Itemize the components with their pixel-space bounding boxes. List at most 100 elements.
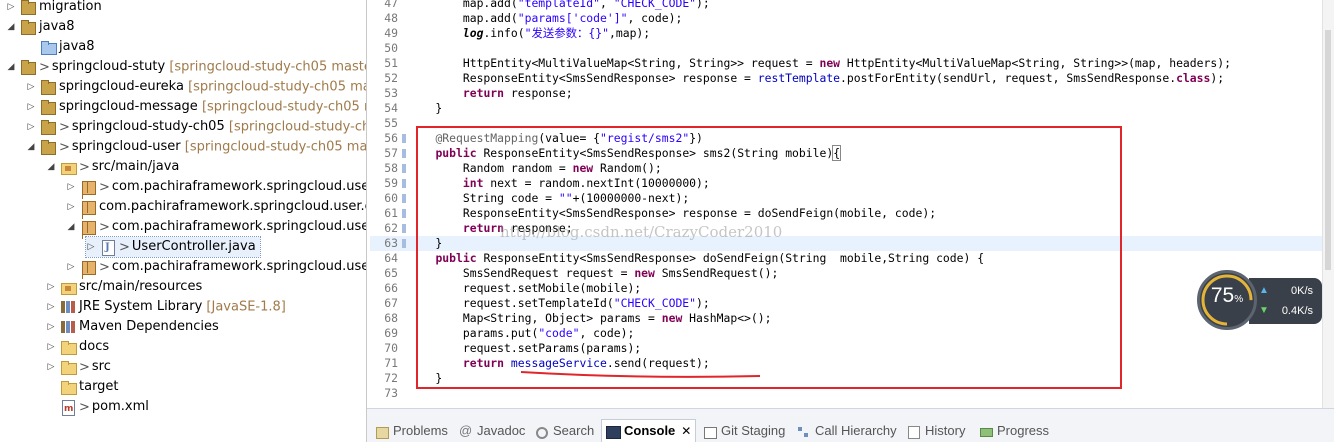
tree-item-pom-xml[interactable]: >pom.xml bbox=[46, 397, 149, 419]
fold-marker-icon bbox=[402, 149, 406, 158]
collapse-arrow-icon[interactable]: ◢ bbox=[46, 157, 56, 177]
expand-arrow-icon[interactable]: ▷ bbox=[46, 337, 56, 357]
code-editor[interactable]: 47 map.add("templateId", "CHECK_CODE"); … bbox=[370, 0, 1334, 408]
expand-arrow-icon[interactable]: ▷ bbox=[46, 357, 56, 377]
collapse-arrow-icon[interactable]: ◢ bbox=[6, 17, 16, 37]
expand-arrow-icon[interactable]: ▷ bbox=[26, 97, 36, 117]
tab-git-staging[interactable]: Git Staging bbox=[703, 421, 785, 441]
memory-usage-gauge: 75% bbox=[1197, 270, 1257, 330]
expand-arrow-icon[interactable]: ▷ bbox=[6, 0, 16, 17]
code-line: 49 log.info("发送参数：{}",map); bbox=[384, 26, 651, 40]
tree-item-jre-system-library[interactable]: ▷ JRE System Library [JavaSE-1.8] bbox=[46, 297, 286, 317]
tab-search[interactable]: Search bbox=[535, 421, 594, 441]
expand-arrow-icon[interactable]: ▷ bbox=[86, 237, 96, 257]
network-speed-widget[interactable]: ▲ 0K/s ▼ 0.4K/s 75% bbox=[1197, 270, 1322, 330]
java-file-icon bbox=[100, 238, 116, 258]
tree-item-package-user[interactable]: ▷ > com.pachiraframework.springcloud.user bbox=[66, 177, 366, 197]
tab-history[interactable]: History bbox=[907, 421, 965, 441]
code-line: 72 } bbox=[384, 371, 443, 385]
expand-arrow-icon[interactable]: ▷ bbox=[46, 277, 56, 297]
tree-item-java8-folder[interactable]: java8 bbox=[26, 37, 95, 57]
expand-arrow-icon[interactable]: ▷ bbox=[46, 317, 56, 337]
close-icon[interactable]: ✕ bbox=[681, 424, 691, 438]
tree-item-springcloud-study-ch05[interactable]: ▷ > springcloud-study-ch05 [springcloud-st… bbox=[26, 117, 366, 137]
tree-item-maven-dependencies[interactable]: ▷ Maven Dependencies bbox=[46, 317, 219, 337]
project-icon bbox=[40, 120, 56, 135]
expand-arrow-icon[interactable]: ▷ bbox=[26, 117, 36, 137]
code-line: 51 HttpEntity<MultiValueMap<String, Stri… bbox=[384, 56, 1231, 70]
expand-arrow-icon[interactable]: ▷ bbox=[66, 257, 76, 277]
tree-item-package-user-cc[interactable]: ◢ > com.pachiraframework.springcloud.user.… bbox=[66, 217, 366, 237]
tab-progress[interactable]: Progress bbox=[979, 421, 1049, 441]
tree-item-java8-project[interactable]: ◢ java8 bbox=[6, 17, 75, 37]
code-line: 47 map.add("templateId", "CHECK_CODE"); bbox=[384, 0, 710, 10]
library-icon bbox=[60, 300, 76, 314]
search-icon bbox=[535, 426, 549, 439]
tree-item-springcloud-message[interactable]: ▷ springcloud-message [springcloud-study-… bbox=[26, 97, 366, 117]
package-icon bbox=[80, 200, 96, 215]
package-icon bbox=[80, 220, 96, 235]
tab-call-hierarchy[interactable]: Call Hierarchy bbox=[797, 421, 897, 441]
code-line: 56 @RequestMapping(value= {"regist/sms2"… bbox=[384, 131, 703, 145]
progress-icon bbox=[979, 426, 993, 438]
code-line: 65 SmsSendRequest request = new SmsSendR… bbox=[384, 266, 779, 280]
code-line: 62 return response; bbox=[384, 221, 573, 235]
folder-icon bbox=[60, 360, 77, 375]
expand-arrow-icon[interactable]: ▷ bbox=[66, 177, 76, 197]
scrollbar-thumb[interactable] bbox=[1325, 30, 1331, 270]
tree-item-migration[interactable]: ▷ migration bbox=[6, 0, 102, 17]
tree-item-target[interactable]: target bbox=[46, 377, 119, 397]
library-icon bbox=[60, 320, 76, 334]
tree-item-src-main-resources[interactable]: ▷ src/main/resources bbox=[46, 277, 202, 297]
code-line: 73 bbox=[384, 386, 398, 400]
javadoc-icon bbox=[459, 421, 473, 441]
code-line: 55 bbox=[384, 116, 398, 130]
tree-item-src[interactable]: ▷ > src bbox=[46, 357, 111, 377]
collapse-arrow-icon[interactable]: ◢ bbox=[66, 217, 76, 237]
code-line: 69 params.put("code", code); bbox=[384, 326, 635, 340]
code-line: 57 public ResponseEntity<SmsSendResponse… bbox=[384, 145, 842, 161]
code-line: 48 map.add("params['code']", code); bbox=[384, 11, 683, 25]
code-line: 70 request.setParams(params); bbox=[384, 341, 642, 355]
tab-javadoc[interactable]: Javadoc bbox=[459, 421, 525, 441]
expand-arrow-icon[interactable]: ▷ bbox=[26, 77, 36, 97]
code-line-current: 63 } bbox=[370, 236, 1334, 251]
package-icon bbox=[80, 180, 96, 195]
code-line: 50 bbox=[384, 41, 398, 55]
tree-item-package-user-cont[interactable]: ▷ com.pachiraframework.springcloud.user.c… bbox=[66, 197, 366, 217]
code-line: 61 ResponseEntity<SmsSendResponse> respo… bbox=[384, 206, 937, 220]
tree-item-springcloud-stuty[interactable]: ◢ > springcloud-stuty [springcloud-study-c… bbox=[6, 57, 366, 77]
project-icon bbox=[20, 60, 36, 75]
tree-item-package-user-se[interactable]: ▷ > com.pachiraframework.springcloud.user.… bbox=[66, 257, 366, 277]
code-line: 71 return messageService.send(request); bbox=[384, 356, 710, 370]
package-explorer: ▷ migration ◢ java8 java8 ◢ > springcloud-st… bbox=[0, 0, 367, 442]
code-line: 60 String code = ""+(10000000-next); bbox=[384, 191, 690, 205]
fold-marker-icon[interactable] bbox=[402, 134, 406, 143]
code-line: 59 int next = random.nextInt(10000000); bbox=[384, 176, 710, 190]
folder-icon bbox=[60, 380, 77, 395]
tree-item-springcloud-eureka[interactable]: ▷ springcloud-eureka [springcloud-study-c… bbox=[26, 77, 366, 97]
code-line: 52 ResponseEntity<SmsSendResponse> respo… bbox=[384, 71, 1225, 85]
expand-arrow-icon[interactable]: ▷ bbox=[66, 197, 76, 217]
folder-icon bbox=[60, 340, 77, 355]
collapse-arrow-icon[interactable]: ◢ bbox=[6, 57, 16, 77]
history-icon bbox=[907, 425, 921, 439]
call-hierarchy-icon bbox=[797, 426, 811, 438]
collapse-arrow-icon[interactable]: ◢ bbox=[26, 137, 36, 157]
tree-item-src-main-java[interactable]: ◢ > src/main/java bbox=[46, 157, 179, 177]
tab-console[interactable]: Console ✕ bbox=[601, 419, 697, 442]
package-icon bbox=[80, 260, 96, 275]
project-icon bbox=[20, 20, 36, 35]
code-line: 58 Random random = new Random(); bbox=[384, 161, 662, 175]
code-line: 67 request.setTemplateId("CHECK_CODE"); bbox=[384, 296, 710, 310]
tree-item-docs[interactable]: ▷ docs bbox=[46, 337, 109, 357]
tab-problems[interactable]: Problems bbox=[375, 421, 448, 441]
code-line: 66 request.setMobile(mobile); bbox=[384, 281, 642, 295]
tree-item-springcloud-user[interactable]: ◢ > springcloud-user [springcloud-study-ch… bbox=[26, 137, 366, 157]
expand-arrow-icon[interactable]: ▷ bbox=[46, 297, 56, 317]
tree-item-user-controller[interactable]: ▷>UserController.java bbox=[85, 236, 261, 258]
project-icon bbox=[40, 80, 56, 95]
memory-percent: 75% bbox=[1210, 284, 1244, 307]
download-arrow-icon: ▼ bbox=[1259, 305, 1269, 316]
source-folder-icon bbox=[60, 160, 77, 175]
